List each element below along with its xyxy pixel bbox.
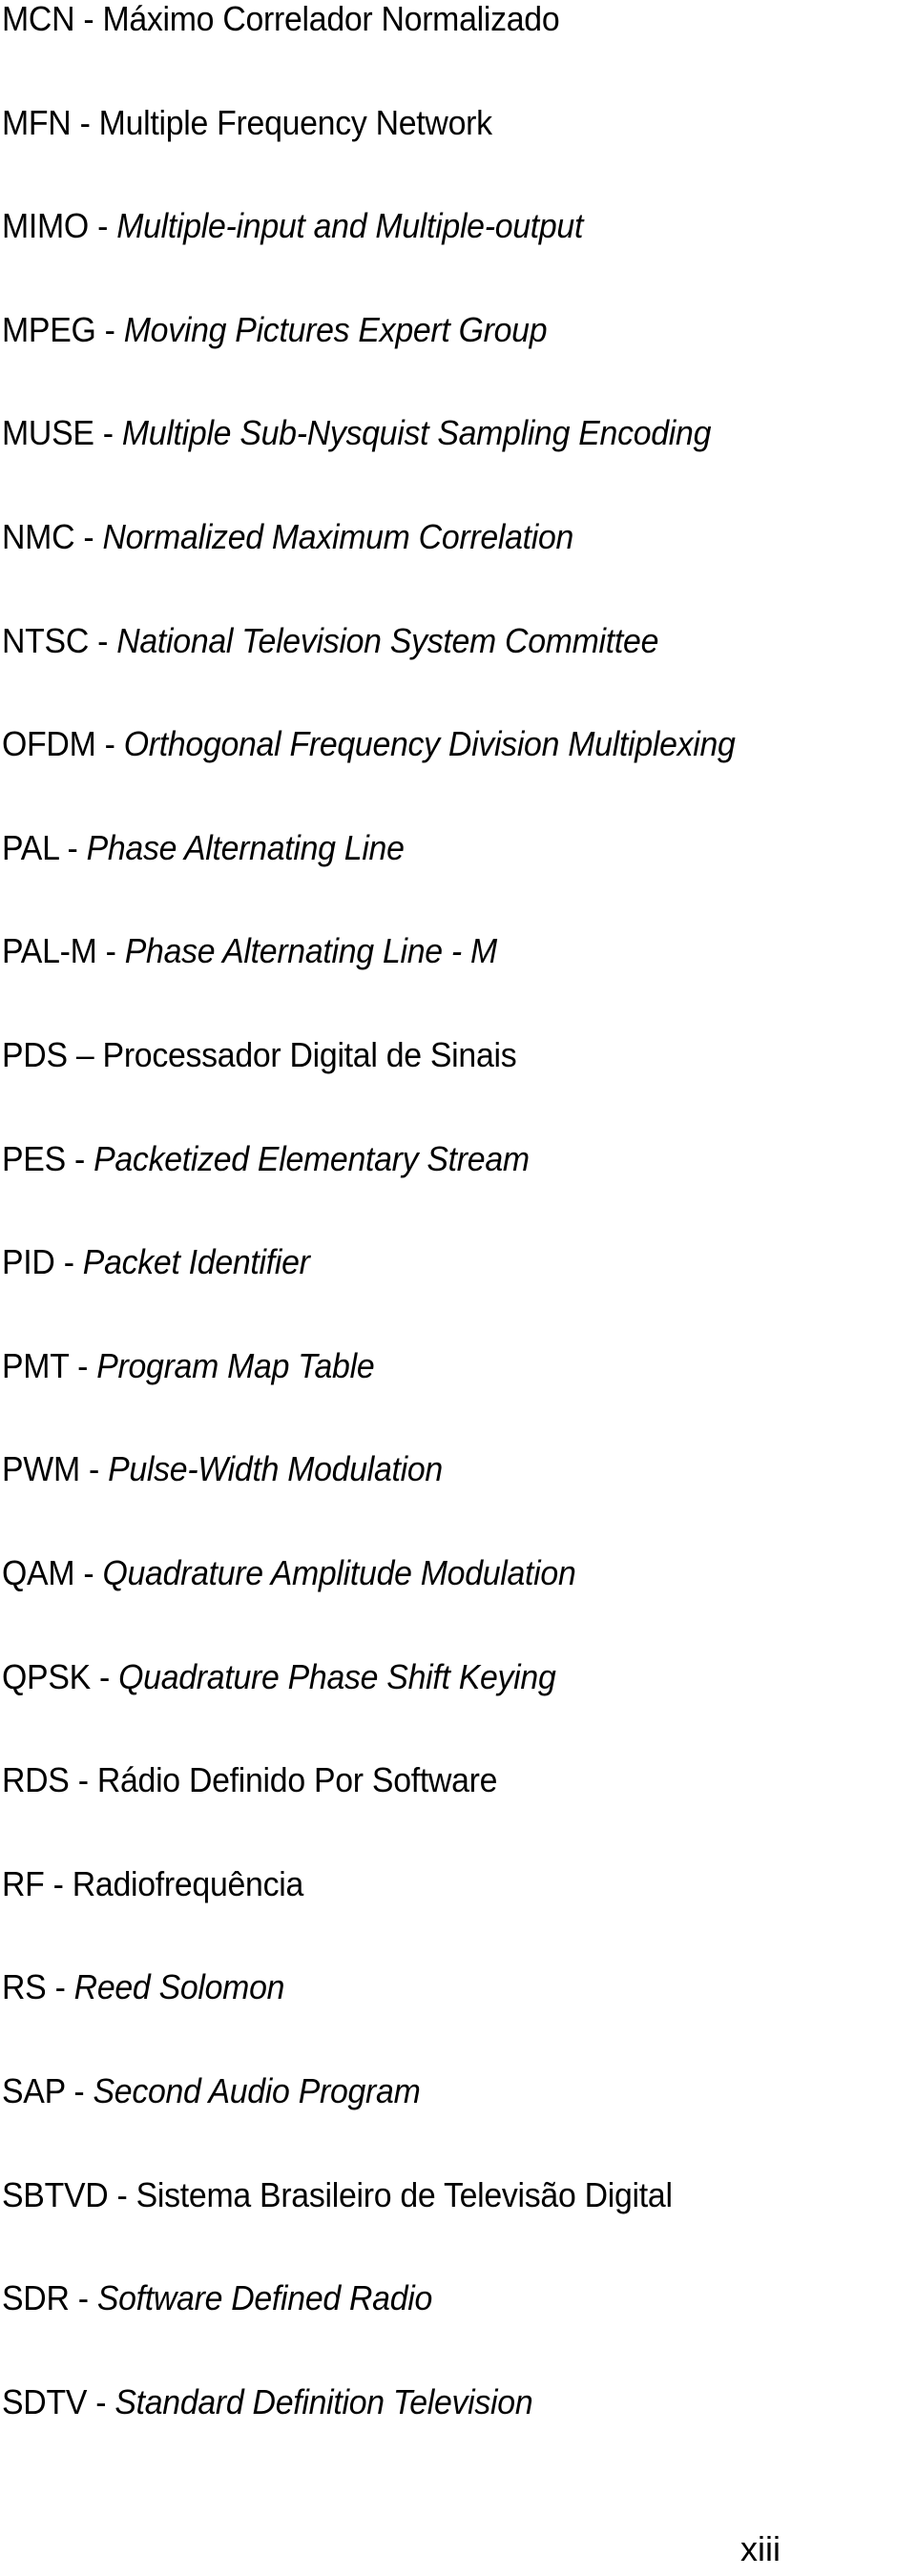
abbreviation-definition: Quadrature Phase Shift Keying bbox=[118, 1656, 556, 1696]
abbreviation-definition: Software Defined Radio bbox=[96, 2278, 433, 2318]
abbreviation-term: PAL bbox=[2, 827, 59, 867]
abbreviation-separator: - bbox=[58, 827, 87, 867]
abbreviation-entry: MCN - Máximo Correlador Normalizado bbox=[2, 0, 560, 40]
abbreviation-term: RS bbox=[2, 1967, 47, 2007]
abbreviation-separator: - bbox=[46, 1967, 74, 2007]
abbreviation-entry: PES - Packetized Elementary Stream bbox=[2, 1138, 530, 1180]
abbreviation-entry: SBTVD - Sistema Brasileiro de Televisão … bbox=[2, 2174, 673, 2216]
abbreviation-separator: - bbox=[87, 2381, 115, 2421]
abbreviation-term: SBTVD bbox=[2, 2174, 109, 2214]
abbreviation-entry: MUSE - Multiple Sub-Nysquist Sampling En… bbox=[2, 412, 711, 454]
abbreviation-entry: RF - Radiofrequência bbox=[2, 1863, 303, 1905]
abbreviation-definition: Multiple Frequency Network bbox=[98, 102, 492, 142]
abbreviation-separator: - bbox=[96, 931, 125, 971]
abbreviation-term: NTSC bbox=[2, 620, 90, 660]
abbreviation-definition: Máximo Correlador Normalizado bbox=[102, 0, 560, 38]
abbreviation-term: PAL-M bbox=[2, 931, 97, 971]
abbreviation-term: OFDM bbox=[2, 724, 96, 764]
abbreviation-definition: Pulse-Width Modulation bbox=[108, 1449, 443, 1489]
abbreviation-entry: MPEG - Moving Pictures Expert Group bbox=[2, 309, 548, 351]
abbreviation-entry: SDTV - Standard Definition Television bbox=[2, 2381, 533, 2423]
abbreviation-entry: PDS – Processador Digital de Sinais bbox=[2, 1034, 517, 1076]
abbreviation-term: SDR bbox=[2, 2278, 70, 2318]
abbreviation-separator: - bbox=[65, 2071, 94, 2110]
abbreviation-separator: - bbox=[44, 1863, 73, 1903]
abbreviation-term: MIMO bbox=[2, 206, 89, 246]
abbreviation-separator: – bbox=[67, 1035, 103, 1074]
abbreviation-definition: Packetized Elementary Stream bbox=[94, 1138, 530, 1178]
abbreviation-separator: - bbox=[69, 1760, 97, 1800]
abbreviation-separator: - bbox=[69, 2278, 97, 2318]
abbreviation-entry: MFN - Multiple Frequency Network bbox=[2, 102, 492, 144]
abbreviation-separator: - bbox=[108, 2174, 136, 2214]
abbreviation-definition: National Television System Committee bbox=[116, 620, 659, 660]
abbreviation-separator: - bbox=[79, 1449, 109, 1489]
abbreviation-separator: - bbox=[89, 620, 117, 660]
abbreviation-definition: Multiple Sub-Nysquist Sampling Encoding bbox=[121, 413, 712, 453]
abbreviation-entry: NMC - Normalized Maximum Correlation bbox=[2, 516, 573, 558]
abbreviation-definition: Rádio Definido Por Software bbox=[96, 1760, 498, 1800]
abbreviation-entry: NTSC - National Television System Commit… bbox=[2, 620, 658, 662]
abbreviation-term: RDS bbox=[2, 1760, 70, 1800]
abbreviation-definition: Orthogonal Frequency Division Multiplexi… bbox=[123, 724, 736, 764]
abbreviation-separator: - bbox=[74, 517, 103, 556]
abbreviation-term: MFN bbox=[2, 102, 72, 142]
abbreviation-term: PWM bbox=[2, 1449, 80, 1489]
abbreviation-definition: Moving Pictures Expert Group bbox=[123, 309, 548, 349]
abbreviation-term: SAP bbox=[2, 2071, 66, 2110]
document-page: MCN - Máximo Correlador Normalizado MFN -… bbox=[0, 0, 916, 2576]
abbreviation-definition: Program Map Table bbox=[96, 1345, 375, 1385]
abbreviation-separator: - bbox=[88, 206, 117, 246]
abbreviation-separator: - bbox=[71, 102, 99, 142]
abbreviation-separator: - bbox=[65, 1138, 94, 1178]
abbreviation-definition: Quadrature Amplitude Modulation bbox=[102, 1553, 576, 1592]
abbreviation-term: PES bbox=[2, 1138, 66, 1178]
abbreviation-separator: - bbox=[90, 1656, 119, 1696]
abbreviation-term: PDS bbox=[2, 1035, 68, 1074]
abbreviation-entry: QAM - Quadrature Amplitude Modulation bbox=[2, 1552, 576, 1594]
abbreviation-definition: Reed Solomon bbox=[73, 1967, 285, 2007]
abbreviation-separator: - bbox=[68, 1345, 97, 1385]
abbreviation-term: MCN bbox=[2, 0, 75, 38]
abbreviation-entry: RS - Reed Solomon bbox=[2, 1966, 284, 2008]
abbreviation-definition: Second Audio Program bbox=[93, 2071, 421, 2110]
abbreviation-entry: PAL - Phase Alternating Line bbox=[2, 827, 405, 869]
abbreviation-definition: Processador Digital de Sinais bbox=[102, 1035, 517, 1074]
abbreviation-entry: RDS - Rádio Definido Por Software bbox=[2, 1759, 497, 1801]
page-number: xiii bbox=[740, 2529, 781, 2568]
abbreviation-term: QPSK bbox=[2, 1656, 91, 1696]
abbreviation-term: SDTV bbox=[2, 2381, 88, 2421]
abbreviation-entry: OFDM - Orthogonal Frequency Division Mul… bbox=[2, 723, 736, 765]
abbreviation-entry: PWM - Pulse-Width Modulation bbox=[2, 1448, 443, 1490]
abbreviation-term: NMC bbox=[2, 517, 75, 556]
abbreviation-definition: Phase Alternating Line bbox=[86, 827, 405, 867]
abbreviation-separator: - bbox=[94, 413, 122, 453]
abbreviation-entry: QPSK - Quadrature Phase Shift Keying bbox=[2, 1656, 556, 1698]
abbreviation-definition: Packet Identifier bbox=[82, 1242, 310, 1282]
abbreviation-definition: Radiofrequência bbox=[72, 1863, 304, 1903]
abbreviation-term: PMT bbox=[2, 1345, 69, 1385]
abbreviation-definition: Standard Definition Television bbox=[114, 2381, 533, 2421]
abbreviation-term: MUSE bbox=[2, 413, 94, 453]
abbreviation-definition: Normalized Maximum Correlation bbox=[102, 517, 574, 556]
abbreviation-definition: Multiple-input and Multiple-output bbox=[116, 206, 584, 246]
abbreviation-entry: PMT - Program Map Table bbox=[2, 1345, 375, 1387]
abbreviation-definition: Phase Alternating Line - M bbox=[124, 931, 497, 971]
abbreviation-separator: - bbox=[95, 724, 124, 764]
abbreviation-definition: Sistema Brasileiro de Televisão Digital bbox=[135, 2174, 673, 2214]
abbreviation-entry: PAL-M - Phase Alternating Line - M bbox=[2, 930, 497, 972]
abbreviation-term: MPEG bbox=[2, 309, 96, 349]
abbreviation-entry: MIMO - Multiple-input and Multiple-outpu… bbox=[2, 205, 583, 247]
abbreviation-separator: - bbox=[74, 1553, 103, 1592]
abbreviation-separator: - bbox=[54, 1242, 83, 1282]
abbreviation-entry: SDR - Software Defined Radio bbox=[2, 2277, 432, 2319]
abbreviation-entry: SAP - Second Audio Program bbox=[2, 2070, 421, 2112]
abbreviation-term: PID bbox=[2, 1242, 55, 1282]
abbreviation-separator: - bbox=[95, 309, 124, 349]
abbreviation-entry: PID - Packet Identifier bbox=[2, 1241, 310, 1283]
abbreviation-term: QAM bbox=[2, 1553, 75, 1592]
abbreviation-term: RF bbox=[2, 1863, 45, 1903]
abbreviation-separator: - bbox=[74, 0, 103, 38]
